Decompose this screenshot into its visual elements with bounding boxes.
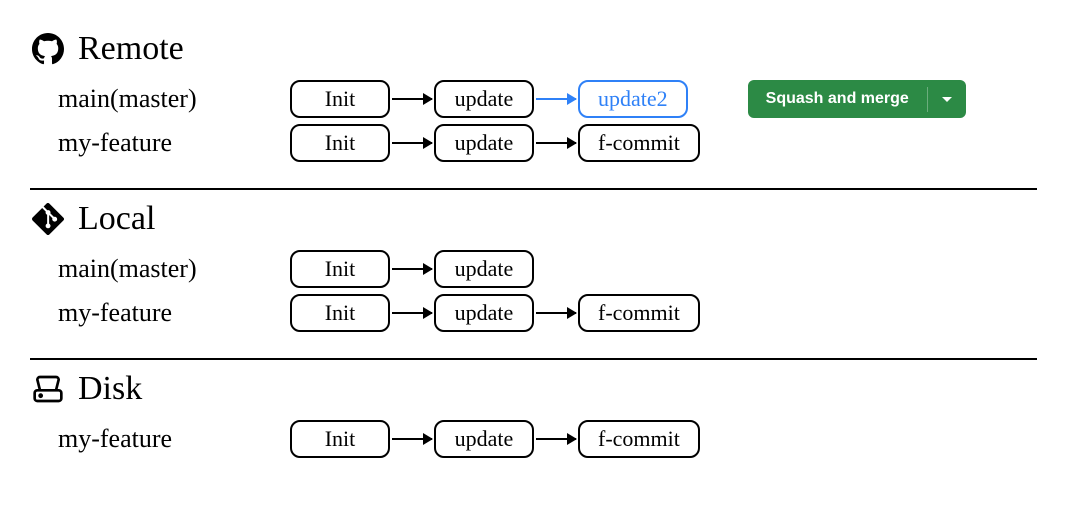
commit-box: update [434, 80, 534, 118]
commit-box: Init [290, 420, 390, 458]
arrow-icon [536, 312, 576, 314]
branch-label: my-feature [30, 298, 290, 328]
arrow-icon [536, 98, 576, 100]
commit-box: Init [290, 250, 390, 288]
button-label: Squash and merge [748, 80, 927, 118]
section-title: Local [78, 200, 155, 238]
commit-chain: Init update f-commit [290, 124, 700, 162]
disk-icon [30, 371, 66, 407]
arrow-icon [536, 438, 576, 440]
branch-label: main(master) [30, 84, 290, 114]
commit-box: f-commit [578, 294, 700, 332]
section-remote: Remote main(master) Init update update2 … [30, 20, 1037, 188]
commit-box: Init [290, 294, 390, 332]
section-disk: Disk my-feature Init update f-commit [30, 360, 1037, 484]
branch-row-remote-feature: my-feature Init update f-commit [30, 124, 1037, 162]
arrow-icon [536, 142, 576, 144]
section-header-disk: Disk [30, 370, 1037, 408]
chevron-down-icon [942, 97, 952, 102]
arrow-icon [392, 98, 432, 100]
commit-chain: Init update f-commit [290, 420, 700, 458]
branch-label: main(master) [30, 254, 290, 284]
branch-row-local-main: main(master) Init update [30, 250, 1037, 288]
arrow-icon [392, 268, 432, 270]
commit-box: update [434, 420, 534, 458]
arrow-icon [392, 438, 432, 440]
branch-label: my-feature [30, 128, 290, 158]
branch-label: my-feature [30, 424, 290, 454]
arrow-icon [392, 312, 432, 314]
branch-row-disk-feature: my-feature Init update f-commit [30, 420, 1037, 458]
commit-box: f-commit [578, 124, 700, 162]
commit-chain: Init update [290, 250, 534, 288]
git-icon [30, 201, 66, 237]
section-title: Disk [78, 370, 142, 408]
branch-row-local-feature: my-feature Init update f-commit [30, 294, 1037, 332]
section-local: Local main(master) Init update my-featur… [30, 190, 1037, 358]
commit-box: update [434, 124, 534, 162]
commit-box: f-commit [578, 420, 700, 458]
commit-box-highlight: update2 [578, 80, 688, 118]
section-title: Remote [78, 30, 184, 68]
section-header-remote: Remote [30, 30, 1037, 68]
commit-box: update [434, 294, 534, 332]
commit-box: Init [290, 80, 390, 118]
commit-box: Init [290, 124, 390, 162]
commit-chain: Init update f-commit [290, 294, 700, 332]
commit-box: update [434, 250, 534, 288]
dropdown-caret[interactable] [927, 87, 966, 112]
commit-chain: Init update update2 [290, 80, 688, 118]
github-icon [30, 31, 66, 67]
branch-row-remote-main: main(master) Init update update2 Squash … [30, 80, 1037, 118]
section-header-local: Local [30, 200, 1037, 238]
arrow-icon [392, 142, 432, 144]
squash-merge-button[interactable]: Squash and merge [748, 80, 966, 118]
